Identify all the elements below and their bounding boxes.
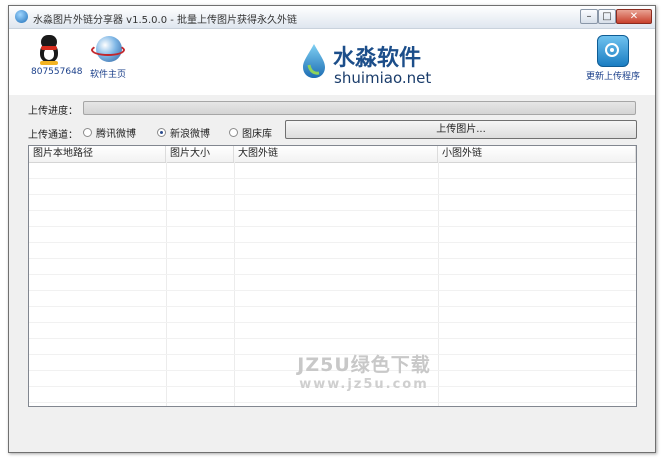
column-header-local-path[interactable]: 图片本地路径 xyxy=(29,146,166,162)
status-bar xyxy=(9,440,655,452)
row-gridline xyxy=(29,226,636,227)
progress-label: 上传进度： xyxy=(28,106,78,117)
radio-label-tencent: 腾讯微博 xyxy=(96,128,136,140)
app-icon xyxy=(15,10,28,23)
radio-dot[interactable] xyxy=(83,127,92,137)
logo-chinese-name: 水淼软件 xyxy=(333,46,422,71)
row-gridline xyxy=(29,178,636,179)
radio-dot-selected[interactable] xyxy=(157,127,166,137)
row-gridline xyxy=(29,338,636,339)
row-gridline xyxy=(29,274,636,275)
title-bar[interactable]: 水淼图片外链分享器 v1.5.0.0 - 批量上传图片获得永久外链 – □ ✕ xyxy=(9,6,655,29)
radio-dot[interactable] xyxy=(229,127,238,137)
upload-list-table[interactable]: 图片本地路径 图片大小 大图外链 小图外链 JZ5U绿色下载 www.jz5u.… xyxy=(28,145,637,407)
row-gridline xyxy=(29,402,636,403)
row-gridline xyxy=(29,210,636,211)
minimize-button[interactable]: – xyxy=(580,9,598,24)
website-label: 软件主页 xyxy=(89,70,126,80)
qq-number-label: 807557648 xyxy=(31,67,83,77)
row-gridline xyxy=(29,354,636,355)
update-program-link[interactable]: 更新上传程序 xyxy=(585,35,641,82)
row-gridline xyxy=(29,386,636,387)
close-button[interactable]: ✕ xyxy=(616,9,652,24)
update-label: 更新上传程序 xyxy=(585,72,640,82)
upload-progress-bar xyxy=(83,101,636,115)
radio-label-sina: 新浪微博 xyxy=(170,128,210,140)
row-gridline xyxy=(29,242,636,243)
water-drop-icon xyxy=(303,44,325,78)
column-header-size[interactable]: 图片大小 xyxy=(166,146,234,162)
window-title: 水淼图片外链分享器 v1.5.0.0 - 批量上传图片获得永久外链 xyxy=(33,15,298,26)
radio-tencent-weibo[interactable]: 腾讯微博 xyxy=(83,125,136,140)
row-gridline xyxy=(29,290,636,291)
column-header-large-link[interactable]: 大图外链 xyxy=(234,146,438,162)
maximize-button[interactable]: □ xyxy=(598,9,616,24)
logo-domain: shuimiao.net xyxy=(334,69,432,87)
row-gridline xyxy=(29,322,636,323)
website-link[interactable]: 软件主页 xyxy=(83,35,133,80)
watermark-line2: www.jz5u.com xyxy=(299,377,429,392)
row-gridline xyxy=(29,258,636,259)
table-header: 图片本地路径 图片大小 大图外链 小图外链 xyxy=(29,146,636,163)
radio-label-imagehost: 图床库 xyxy=(242,128,272,140)
globe-icon xyxy=(91,35,125,65)
row-gridline xyxy=(29,370,636,371)
channel-label: 上传通道： xyxy=(28,130,78,141)
upload-images-button[interactable]: 上传图片... xyxy=(285,120,637,139)
brand-logo: 水淼软件 shuimiao.net xyxy=(301,39,451,89)
qq-contact-link[interactable]: 807557648 xyxy=(31,35,83,77)
column-header-small-link[interactable]: 小图外链 xyxy=(438,146,636,162)
row-gridline xyxy=(29,194,636,195)
qq-penguin-icon xyxy=(38,35,60,65)
radio-sina-weibo[interactable]: 新浪微博 xyxy=(157,125,210,140)
app-window: 水淼图片外链分享器 v1.5.0.0 - 批量上传图片获得永久外链 – □ ✕ … xyxy=(8,5,656,453)
row-gridline xyxy=(29,306,636,307)
radio-image-host[interactable]: 图床库 xyxy=(229,125,272,140)
update-icon xyxy=(597,35,629,67)
header-banner: 807557648 软件主页 水淼软件 shuimiao.net 更新上传程序 xyxy=(9,29,655,95)
